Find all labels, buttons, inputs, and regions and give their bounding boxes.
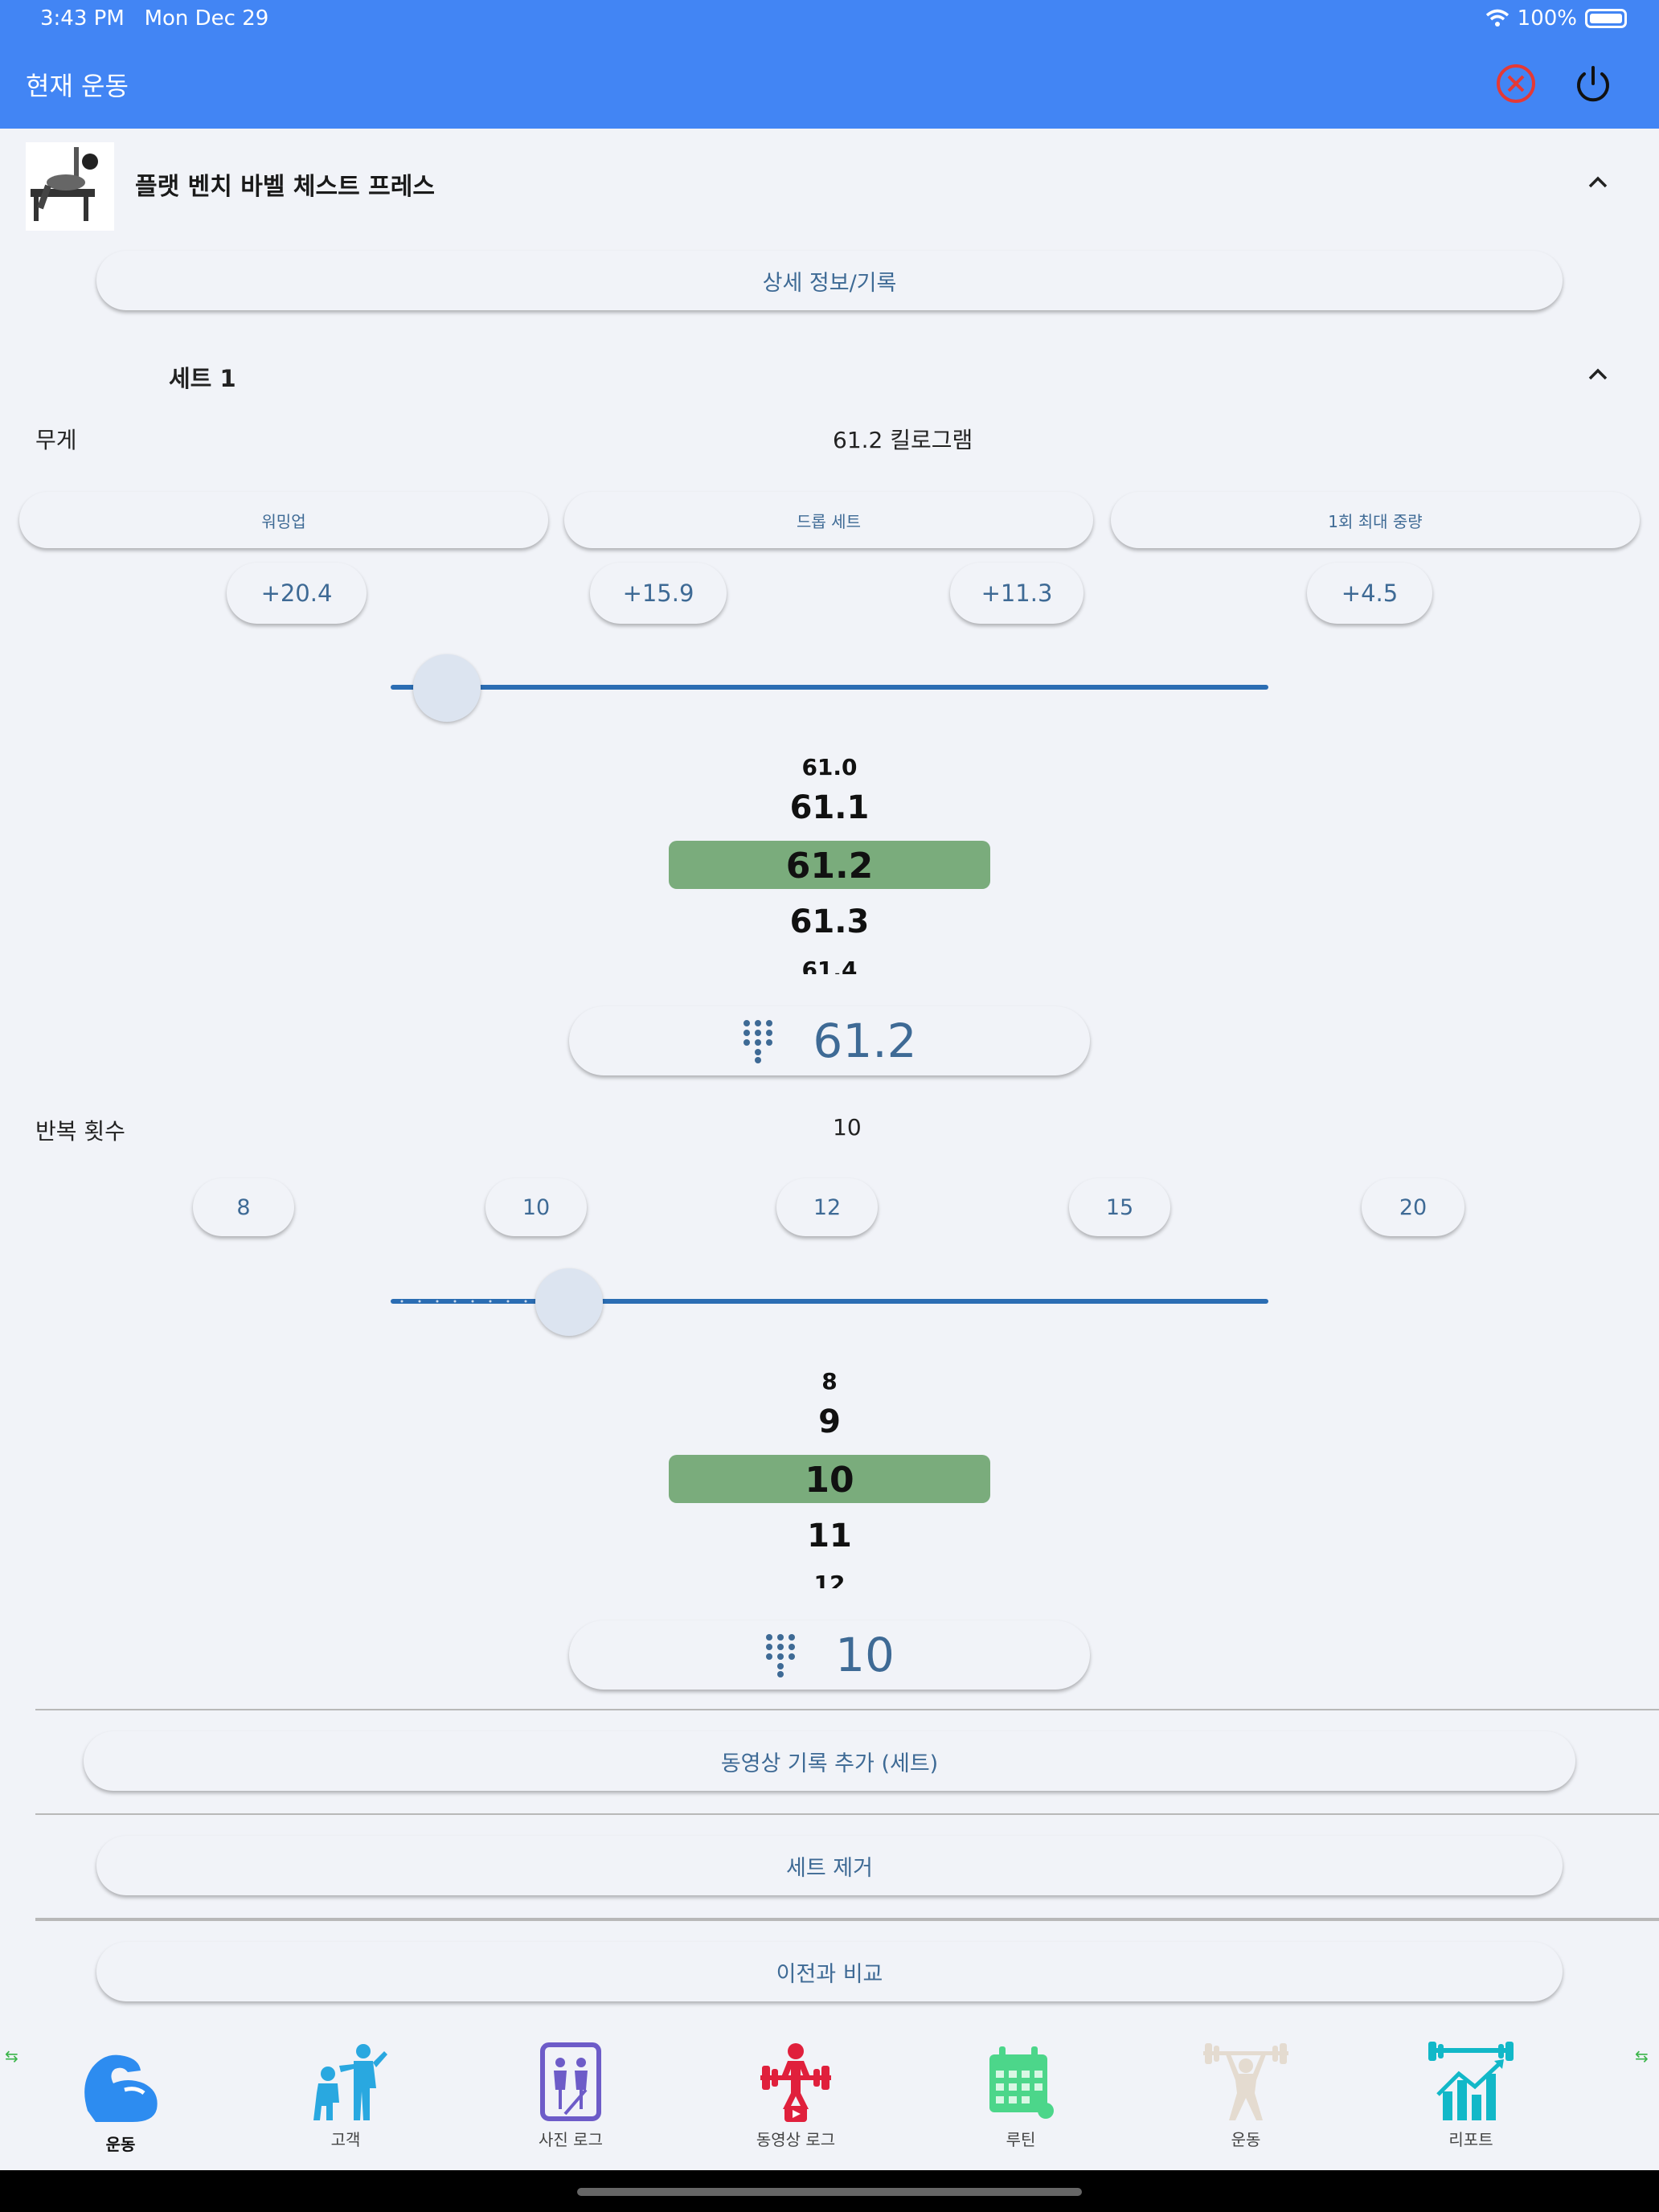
battery-percent: 100%	[1517, 6, 1577, 31]
weight-increment-button[interactable]: +20.4	[227, 563, 367, 624]
reps-label: 반복 횟수	[35, 1118, 125, 1145]
divider	[35, 1709, 1659, 1710]
weight-label: 무게	[35, 427, 77, 453]
divider	[35, 1813, 1659, 1815]
weight-input-value: 61.2	[813, 1014, 917, 1068]
weight-increment-button[interactable]: +11.3	[950, 563, 1083, 624]
reps-wheel-item[interactable]: 8	[669, 1368, 990, 1392]
add-video-record-button[interactable]: 동영상 기록 추가 (세트)	[84, 1731, 1575, 1791]
keypad-icon	[743, 1020, 773, 1063]
reps-preset-button[interactable]: 12	[776, 1178, 878, 1236]
weight-wheel-item[interactable]: 61.0	[669, 754, 990, 778]
photo-log-icon	[540, 2042, 601, 2121]
tab-label: 루틴	[1006, 2130, 1036, 2149]
weight-wheel-item[interactable]: 61.4	[669, 956, 990, 974]
tab-workout[interactable]: 운동	[32, 2042, 209, 2155]
tab-label: 운동	[105, 2135, 136, 2154]
weight-slider-thumb[interactable]	[413, 654, 481, 722]
tab-label: 리포트	[1448, 2130, 1493, 2149]
trainer-client-icon	[313, 2044, 387, 2120]
reps-preset-button[interactable]: 8	[193, 1178, 294, 1236]
exercise-name: 플랫 벤치 바벨 체스트 프레스	[135, 173, 435, 201]
weight-wheel-item-selected[interactable]: 61.2	[669, 846, 990, 887]
tab-clients[interactable]: 고객	[257, 2042, 434, 2150]
chevron-up-icon[interactable]	[1582, 166, 1614, 199]
weight-increment-button[interactable]: +15.9	[590, 563, 727, 624]
tab-label: 고객	[330, 2130, 361, 2149]
weightlifter-video-icon	[760, 2043, 831, 2122]
tab-video-log[interactable]: 동영상 로그	[707, 2042, 884, 2150]
reps-preset-button[interactable]: 15	[1069, 1178, 1170, 1236]
reps-wheel-item[interactable]: 9	[669, 1403, 990, 1440]
set-chevron-up-icon[interactable]	[1582, 358, 1614, 391]
remove-set-button[interactable]: 세트 제거	[96, 1836, 1563, 1895]
reps-preset-button[interactable]: 10	[485, 1178, 587, 1236]
details-history-button[interactable]: 상세 정보/기록	[96, 251, 1563, 310]
tab-label: 운동	[1231, 2130, 1261, 2149]
set-title: 세트 1	[169, 365, 236, 392]
warmup-button[interactable]: 워밍업	[19, 492, 548, 548]
wifi-icon	[1485, 9, 1509, 27]
compare-previous-button[interactable]: 이전과 비교	[96, 1942, 1563, 2001]
weight-slider-track[interactable]	[391, 685, 1268, 690]
power-icon[interactable]	[1571, 61, 1616, 106]
exercise-header[interactable]: 플랫 벤치 바벨 체스트 프레스	[0, 133, 1659, 231]
home-indicator[interactable]	[577, 2188, 1082, 2196]
report-chart-icon	[1428, 2042, 1514, 2120]
tab-report[interactable]: 리포트	[1382, 2042, 1559, 2150]
battery-icon	[1585, 9, 1627, 28]
status-time: 3:43 PM Mon Dec 29	[40, 6, 269, 31]
drop-set-button[interactable]: 드롭 세트	[564, 492, 1093, 548]
weight-wheel-item[interactable]: 61.3	[669, 903, 990, 940]
calendar-icon	[989, 2046, 1054, 2119]
muscle-arm-icon	[84, 2054, 158, 2122]
divider	[35, 1918, 1659, 1921]
bottom-tab-bar: 운동 고객 사진 로그 동영상 로그 루틴 운동 리포트	[0, 2042, 1659, 2170]
weight-wheel-item[interactable]: 61.1	[669, 789, 990, 826]
app-header: 3:43 PM Mon Dec 29 100% 현재 운동	[0, 0, 1659, 129]
reps-input-button[interactable]: 10	[569, 1620, 1090, 1690]
weightlifter-icon	[1203, 2043, 1288, 2120]
tab-exercise[interactable]: 운동	[1157, 2042, 1334, 2150]
page-title: 현재 운동	[26, 71, 129, 101]
weight-increment-button[interactable]: +4.5	[1307, 563, 1432, 624]
status-indicators: 100%	[1485, 6, 1627, 31]
reps-wheel-item[interactable]: 11	[669, 1518, 990, 1555]
tab-label: 동영상 로그	[756, 2130, 836, 2149]
keypad-icon	[766, 1634, 796, 1677]
reps-input-value: 10	[835, 1628, 895, 1682]
reps-preset-button[interactable]: 20	[1362, 1178, 1464, 1236]
reps-slider-ticks	[400, 1300, 527, 1303]
exercise-thumbnail	[26, 142, 114, 231]
tab-routine[interactable]: 루틴	[932, 2042, 1109, 2150]
one-rep-max-button[interactable]: 1회 최대 중량	[1111, 492, 1640, 548]
reps-slider-thumb[interactable]	[535, 1268, 603, 1336]
tab-photo-log[interactable]: 사진 로그	[482, 2042, 659, 2150]
reps-wheel-item[interactable]: 12	[669, 1571, 990, 1588]
weight-input-button[interactable]: 61.2	[569, 1006, 1090, 1075]
tab-label: 사진 로그	[539, 2130, 603, 2149]
weight-value-text: 61.2 킬로그램	[833, 427, 973, 453]
reps-value-text: 10	[833, 1114, 862, 1141]
reps-wheel-item-selected[interactable]: 10	[669, 1460, 990, 1501]
close-circle-icon[interactable]	[1493, 61, 1538, 106]
